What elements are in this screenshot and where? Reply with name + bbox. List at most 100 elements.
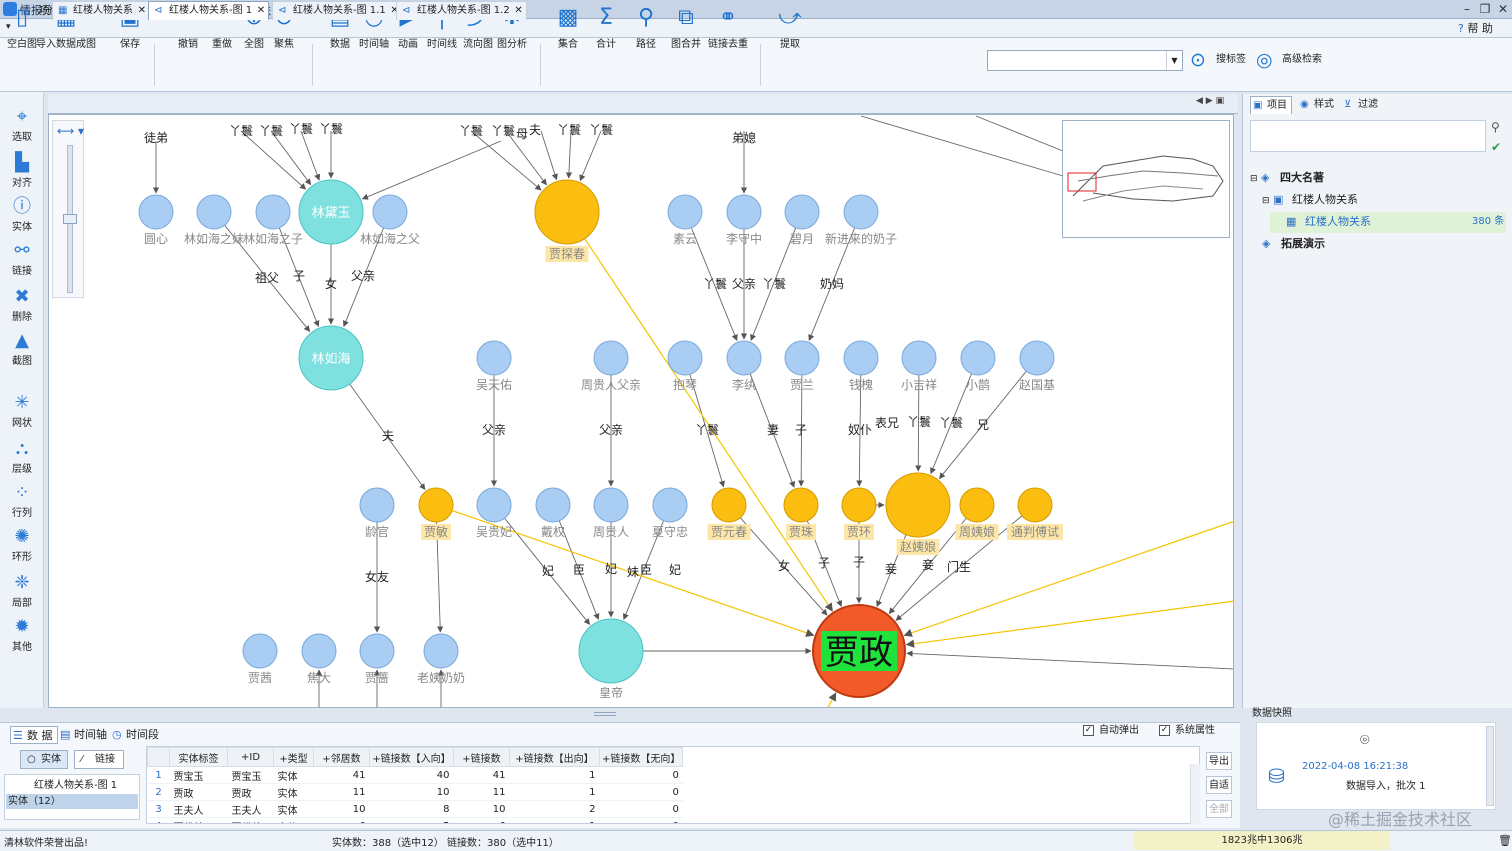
node-circle[interactable]	[196, 194, 232, 230]
autofit-button[interactable]: 自适	[1206, 776, 1232, 794]
graph-node[interactable]: 赵姨娘	[885, 472, 951, 555]
graph-node[interactable]: 小鹊	[960, 340, 996, 392]
graph-node[interactable]: 小吉祥	[901, 340, 937, 392]
graph-node[interactable]: 林如海之子	[243, 194, 303, 246]
node-circle[interactable]	[711, 487, 747, 523]
snapshot-scrollbar[interactable]	[1486, 726, 1494, 806]
tool-ring[interactable]: ✺ 环形	[2, 526, 42, 570]
graph-edge[interactable]	[240, 130, 307, 190]
graph-edge[interactable]	[827, 692, 837, 708]
graph-node[interactable]: 贾珠	[783, 487, 819, 540]
node-circle[interactable]	[476, 340, 512, 376]
node-circle[interactable]	[138, 194, 174, 230]
data-grid[interactable]: 实体标签 +ID +类型 +邻居数 +链接数【入向】 +链接数 +链接数【出向】 +链接数【无…	[146, 746, 1200, 824]
graph-node[interactable]: 圆心	[138, 194, 174, 246]
node-circle[interactable]	[843, 194, 879, 230]
minimize-button[interactable]: –	[1458, 1, 1476, 17]
node-circle[interactable]	[667, 340, 703, 376]
graph-node[interactable]: 周姨娘	[955, 487, 999, 540]
trash-icon[interactable]: 🗑	[1498, 834, 1512, 847]
grid-scrollbar[interactable]	[1190, 764, 1200, 824]
graph-edge[interactable]	[470, 130, 542, 191]
node-circle[interactable]	[359, 487, 395, 523]
close-button[interactable]: ✕	[1494, 1, 1512, 17]
graph-edge[interactable]	[975, 115, 1064, 152]
bottom-tab-2[interactable]: ◷ 时间段	[110, 726, 159, 744]
graph-node[interactable]: 李守中	[726, 194, 762, 246]
table-row[interactable]: 1 贾宝玉 贾宝玉 实体 41 40 41 1 0	[147, 766, 683, 784]
graph-node[interactable]: 赵国基	[1019, 340, 1055, 392]
node-circle[interactable]	[726, 194, 762, 230]
tool-align[interactable]: ▙ 对齐	[2, 152, 42, 196]
node-circle[interactable]	[667, 194, 703, 230]
node-circle[interactable]	[783, 487, 819, 523]
node-circle[interactable]	[841, 487, 877, 523]
bottom-tab-0[interactable]: ☰ 数 据	[10, 726, 58, 744]
node-circle[interactable]	[301, 633, 337, 669]
right-tab-2[interactable]: ⊻ 过滤	[1342, 96, 1382, 114]
node-circle[interactable]	[535, 487, 571, 523]
tool-image[interactable]: ▲ 截图	[2, 330, 42, 374]
graph-node[interactable]: 抱琴	[667, 340, 703, 392]
graph-node[interactable]: 贾兰	[784, 340, 820, 392]
search-icon[interactable]: ⚲	[1491, 120, 1500, 134]
auto-popup-checkbox[interactable]: ✓ 自动弹出	[1083, 724, 1139, 738]
node-circle[interactable]	[901, 340, 937, 376]
column-header[interactable]: +链接数	[453, 747, 510, 767]
graph-edge[interactable]	[905, 600, 1234, 648]
node-circle[interactable]	[255, 194, 291, 230]
graph-edge[interactable]	[540, 130, 558, 181]
node-circle[interactable]	[534, 179, 600, 245]
tool-select[interactable]: ⌖ 选取	[2, 106, 42, 150]
graph-node[interactable]: 吴贵妃	[476, 487, 512, 539]
graph-edge[interactable]	[565, 130, 573, 179]
graph-node[interactable]: 周贵人父亲	[581, 340, 641, 392]
table-row[interactable]: 4贾代善贾代善实体65610	[147, 817, 683, 823]
node-circle[interactable]	[372, 194, 408, 230]
node-circle[interactable]	[1019, 340, 1055, 376]
graph-node[interactable]: 新进来的奶子	[825, 194, 897, 246]
graph-node[interactable]: 皇帝	[578, 618, 644, 700]
graph-node[interactable]: 贾环	[841, 487, 877, 540]
relationship-graph[interactable]: 圆心 林如海之妹林如海之子林黛玉林如海之父贾探春 素云 李守中 碧月 新进来的奶子林如海吴…	[49, 115, 1234, 708]
export-button[interactable]: 导出	[1206, 752, 1232, 770]
tool-info[interactable]: ⓘ 实体	[2, 196, 42, 240]
node-circle[interactable]	[784, 340, 820, 376]
graph-node[interactable]: 林黛玉	[298, 179, 364, 245]
node-circle[interactable]	[593, 487, 629, 523]
graph-node[interactable]: 林如海之父	[360, 194, 420, 246]
graph-node[interactable]: 贾蔷	[359, 633, 395, 685]
right-tab-0[interactable]: ▣ 项目	[1250, 96, 1292, 114]
node-circle[interactable]	[652, 487, 688, 523]
tool-rows[interactable]: ⁘ 行列	[2, 482, 42, 526]
node-circle[interactable]	[960, 340, 996, 376]
node-circle[interactable]	[359, 633, 395, 669]
graph-node[interactable]: 素云	[667, 194, 703, 246]
link-toggle-button[interactable]: ⁄ 链接	[74, 750, 124, 769]
graph-node[interactable]: 老姨奶奶	[417, 633, 465, 685]
node-circle[interactable]	[1017, 487, 1053, 523]
tool-mesh[interactable]: ✳ 网状	[2, 392, 42, 436]
tab-navigation[interactable]: ◀ ▶ ▣	[1196, 96, 1224, 106]
column-header[interactable]: +链接数【入向】	[369, 747, 454, 767]
project-search-input[interactable]	[1250, 120, 1486, 152]
node-circle[interactable]	[242, 633, 278, 669]
column-header[interactable]: +邻居数	[313, 747, 370, 767]
tool-hierarchy[interactable]: ⛬ 层级	[2, 438, 42, 482]
zoom-slider-handle[interactable]	[63, 214, 77, 224]
node-circle[interactable]	[959, 487, 995, 523]
overview-minimap[interactable]	[1062, 120, 1230, 238]
close-icon[interactable]: ✕	[138, 2, 146, 20]
splitter-handle[interactable]	[594, 712, 616, 716]
doc-tab-3[interactable]: ⊲ 红楼人物关系-图 1.2 ✕	[396, 1, 527, 20]
pan-arrows-icon[interactable]: ⟷ ▾	[57, 124, 84, 138]
doc-tab-2[interactable]: ⊲ 红楼人物关系-图 1.1 ✕	[272, 1, 403, 20]
column-header[interactable]: +链接数【无向】	[598, 747, 684, 767]
list-item-entities[interactable]: 实体（12）	[6, 794, 138, 809]
tag-search-input[interactable]	[987, 50, 1183, 71]
column-header[interactable]: +链接数【出向】	[509, 747, 600, 767]
graph-node[interactable]: 贾敏	[418, 487, 454, 540]
graph-node[interactable]: 碧月	[784, 194, 820, 246]
graph-edge[interactable]	[579, 130, 602, 182]
close-icon[interactable]: ✕	[514, 2, 522, 20]
